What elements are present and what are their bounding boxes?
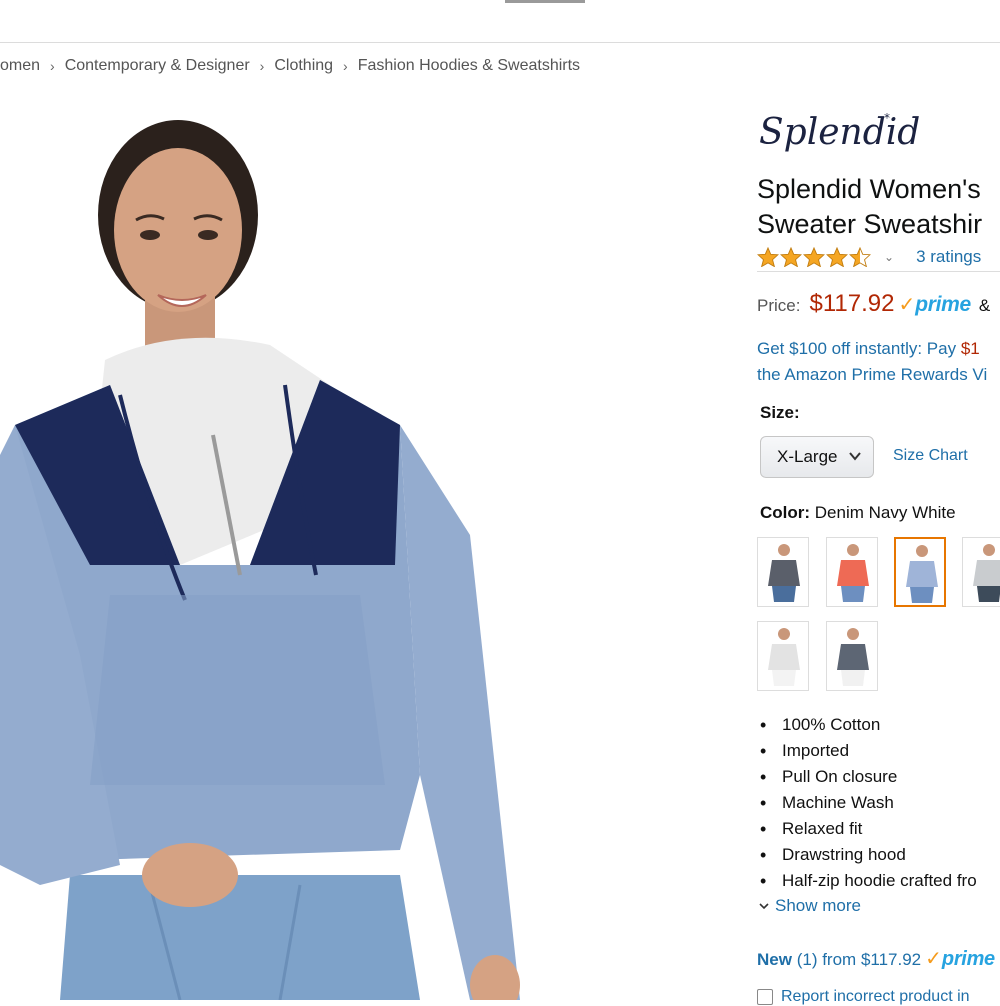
bullet-item: Machine Wash — [760, 790, 977, 816]
report-incorrect-info[interactable]: Report incorrect product in — [757, 988, 970, 1006]
checkbox-icon — [757, 989, 773, 1005]
new-offer-count: (1) from — [796, 950, 857, 969]
color-swatch-4[interactable] — [962, 537, 1000, 607]
breadcrumb-separator: › — [259, 58, 265, 74]
half-star-icon — [849, 247, 871, 267]
color-swatch-5[interactable] — [757, 621, 809, 691]
dropdown-arrow-icon — [849, 452, 861, 461]
bullet-item: 100% Cotton — [760, 712, 977, 738]
show-more-link[interactable]: Show more — [758, 896, 861, 916]
chevron-down-icon[interactable]: ⌄ — [884, 250, 894, 264]
size-select[interactable]: X-Large — [760, 436, 874, 478]
new-offer-word: New — [757, 950, 792, 969]
prime-check-icon: ✓ — [898, 294, 916, 316]
price-row: Price: $117.92 ✓ prime & — [757, 290, 990, 318]
bullet-item: Relaxed fit — [760, 816, 977, 842]
promo-text: Get $100 off instantly: Pay — [757, 339, 961, 358]
star-icon — [803, 247, 825, 267]
bullet-item: Half-zip hoodie crafted fro — [760, 868, 977, 894]
star-icon — [826, 247, 848, 267]
breadcrumb-separator: › — [343, 58, 348, 74]
breadcrumb: omen › Contemporary & Designer › Clothin… — [0, 55, 580, 77]
show-more-label: Show more — [775, 896, 861, 915]
star-rating[interactable] — [757, 247, 872, 267]
divider — [757, 271, 1000, 272]
svg-text:Splendid: Splendid — [759, 112, 920, 153]
top-thumb-strip — [505, 0, 585, 3]
promo-amount: $1 — [960, 339, 980, 358]
color-label: Color: — [760, 503, 811, 522]
new-offer-price: $117.92 — [860, 950, 922, 969]
breadcrumb-item-women[interactable]: omen — [0, 57, 40, 75]
color-swatch-3[interactable] — [894, 537, 946, 607]
price-label: Price: — [757, 296, 801, 315]
color-swatch-1[interactable] — [757, 537, 809, 607]
size-selected-value: X-Large — [777, 447, 838, 466]
product-title: Splendid Women's Sweater Sweatshir — [757, 172, 982, 242]
svg-text:*: * — [884, 111, 890, 125]
breadcrumb-item-contemporary[interactable]: Contemporary & Designer — [65, 57, 250, 75]
breadcrumb-item-clothing[interactable]: Clothing — [274, 57, 333, 75]
report-label: Report incorrect product in — [781, 988, 970, 1005]
brand-logo[interactable]: Splendid * — [757, 108, 927, 163]
bullet-item: Pull On closure — [760, 764, 977, 790]
price-amp: & — [978, 296, 991, 315]
new-offers-row[interactable]: New (1) from $117.92 ✓ prime — [757, 946, 995, 971]
color-value: Denim Navy White — [814, 503, 956, 522]
breadcrumb-item-hoodies[interactable]: Fashion Hoodies & Sweatshirts — [358, 57, 580, 75]
product-title-line-1: Splendid Women's — [757, 174, 981, 204]
product-title-line-2: Sweater Sweatshir — [757, 209, 983, 239]
color-row: Color: Denim Navy White — [760, 503, 956, 523]
product-main-image[interactable] — [0, 95, 740, 1000]
prime-logo[interactable]: prime — [915, 293, 971, 317]
prime-check-icon: ✓ — [925, 948, 942, 970]
feature-bullets: 100% Cotton Imported Pull On closure Mac… — [760, 712, 977, 894]
size-chart-link[interactable]: Size Chart — [893, 447, 968, 465]
bullet-item: Imported — [760, 738, 977, 764]
price-value: $117.92 — [809, 290, 895, 317]
size-label: Size: — [760, 403, 800, 422]
prime-logo: prime — [941, 948, 995, 970]
bullet-item: Drawstring hood — [760, 842, 977, 868]
top-nav-bar — [0, 0, 1000, 43]
promo-line-1: Get $100 off instantly: Pay $1 — [757, 336, 987, 362]
color-swatch-6[interactable] — [826, 621, 878, 691]
prime-rewards-promo[interactable]: Get $100 off instantly: Pay $1 the Amazo… — [757, 336, 987, 388]
star-icon — [780, 247, 802, 267]
promo-line-2: the Amazon Prime Rewards Vi — [757, 365, 988, 384]
breadcrumb-separator: › — [50, 58, 55, 74]
chevron-down-icon — [759, 903, 769, 910]
ratings-count-link[interactable]: 3 ratings — [916, 247, 981, 267]
color-swatch-2[interactable] — [826, 537, 878, 607]
rating-row: ⌄ 3 ratings — [757, 245, 981, 269]
star-icon — [757, 247, 779, 267]
